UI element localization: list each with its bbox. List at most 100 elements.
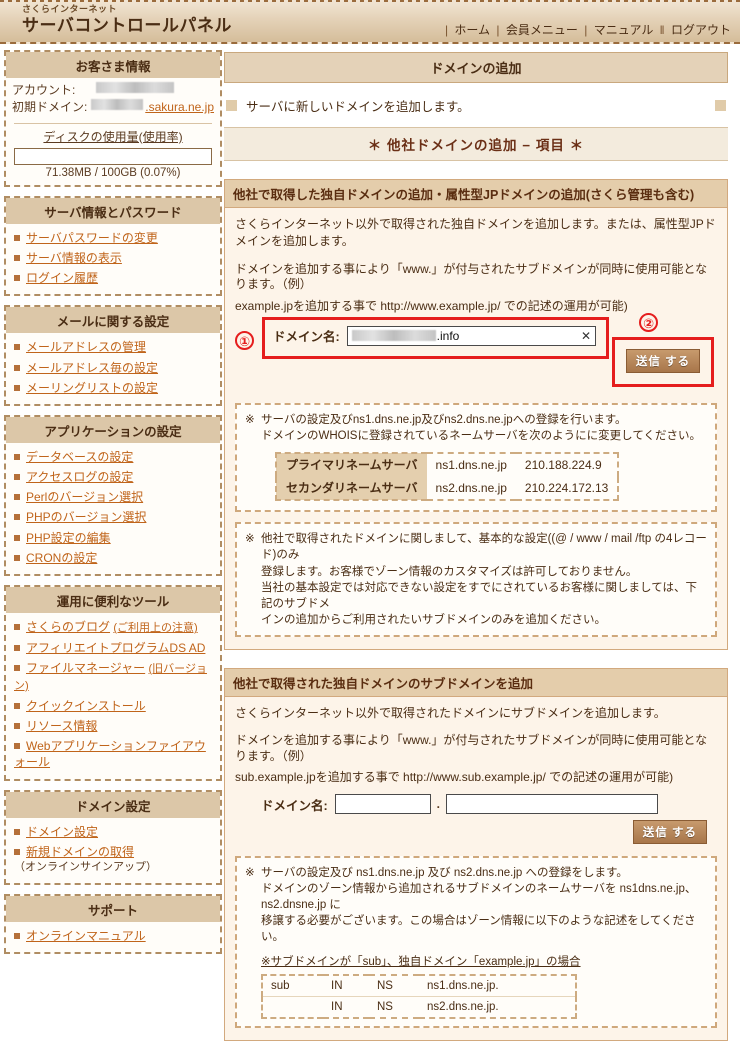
nav-item-logout[interactable]: ログアウト <box>671 23 731 37</box>
domain-value-redacted <box>351 330 436 342</box>
zone-policy-line3: 当社の基本設定では対応できない設定をすでにされているお客様に関しましては、下記の… <box>261 581 697 610</box>
sidebar-item-label[interactable]: サーバ情報の表示 <box>26 251 122 265</box>
group-body: ドメイン設定 新規ドメインの取得 （オンラインサインアップ） <box>6 818 220 883</box>
nav-item-member-menu[interactable]: 会員メニュー <box>506 23 578 37</box>
subdomain-note-body: サーバの設定及び ns1.dns.ne.jp 及び ns2.dns.ne.jp … <box>261 865 707 1019</box>
sidebar-item-label[interactable]: PHPのバージョン選択 <box>26 510 146 524</box>
add-subdomain-example-line1: ドメインを追加する事により「www.」が付与されたサブドメインが同時に使用可能と… <box>235 733 708 763</box>
sidebar-item-note[interactable]: (ご利用上の注意) <box>113 622 197 634</box>
sidebar-item-label[interactable]: ドメイン設定 <box>26 825 98 839</box>
sidebar-item-database[interactable]: データベースの設定 <box>12 447 214 467</box>
add-domain-example-line2: example.jpを追加する事で http://www.example.jp/… <box>235 298 628 313</box>
add-domain-box-title: 他社で取得した独自ドメインの追加・属性型JPドメインの追加(さくら管理も含む) <box>225 180 727 208</box>
sidebar-item-php-config[interactable]: PHP設定の編集 <box>12 528 214 548</box>
nav-item-home[interactable]: ホーム <box>454 23 490 37</box>
sidebar-item-label[interactable]: メーリングリストの設定 <box>26 381 158 395</box>
subdomain-submit-button[interactable]: 送信 する <box>632 820 707 845</box>
sidebar-item-label[interactable]: ファイルマネージャー <box>26 661 145 675</box>
sidebar-item-mail-address-settings[interactable]: メールアドレス毎の設定 <box>12 358 214 378</box>
initial-domain-link[interactable]: .sakura.ne.jp <box>145 99 214 116</box>
sidebar: お客さま情報 アカウント: 初期ドメイン: .sakura.ne.jp ディスク… <box>0 44 222 963</box>
sidebar-item-label[interactable]: サーバパスワードの変更 <box>26 231 158 245</box>
sidebar-item-access-log[interactable]: アクセスログの設定 <box>12 467 214 487</box>
sidebar-item-affiliate[interactable]: アフィリエイトプログラムDS AD <box>12 638 214 658</box>
sidebar-item-label[interactable]: ログイン履歴 <box>26 271 98 285</box>
sidebar-group-support: サポート オンラインマニュアル <box>4 893 222 954</box>
domain-value-suffix: .info <box>436 328 460 343</box>
page-title: ドメインの追加 <box>224 52 728 83</box>
sidebar-item-mailing-list[interactable]: メーリングリストの設定 <box>12 378 214 398</box>
sidebar-item-resource-info[interactable]: リソース情報 <box>12 716 214 736</box>
sidebar-item-php-version[interactable]: PHPのバージョン選択 <box>12 507 214 527</box>
lead-text: サーバに新しいドメインを追加します。 <box>246 100 470 114</box>
zone-row0-name: sub <box>262 974 323 997</box>
subdomain-domain-input[interactable] <box>446 794 659 815</box>
add-domain-description: さくらインターネット以外で取得された独自ドメインを追加します。または、属性型JP… <box>235 217 716 249</box>
sidebar-item-label[interactable]: 新規ドメインの取得 <box>26 845 134 859</box>
sidebar-item-label[interactable]: メールアドレス毎の設定 <box>26 361 158 375</box>
sidebar-item-perl-version[interactable]: Perlのバージョン選択 <box>12 487 214 507</box>
note-mark-icon: ※ <box>245 867 255 880</box>
sidebar-item-quick-install[interactable]: クイックインストール <box>12 696 214 716</box>
nav-separator-3: ‖ <box>659 23 665 37</box>
zone-row0-value: ns1.dns.ne.jp. <box>419 974 576 997</box>
sidebar-item-label[interactable]: メールアドレスの管理 <box>26 340 146 354</box>
subdomain-note-line1: サーバの設定及び ns1.dns.ne.jp 及び ns2.dns.ne.jp … <box>261 867 628 880</box>
sidebar-item-cron[interactable]: CRONの設定 <box>12 548 214 568</box>
sidebar-item-label[interactable]: データベースの設定 <box>26 450 133 464</box>
square-bullet-icon <box>14 702 20 709</box>
sidebar-item-label[interactable]: PHP設定の編集 <box>26 531 111 545</box>
sidebar-item-login-history[interactable]: ログイン履歴 <box>12 268 214 288</box>
subdomain-form-row: ドメイン名: . <box>235 790 717 815</box>
sidebar-item-new-domain[interactable]: 新規ドメインの取得 （オンラインサインアップ） <box>12 842 214 877</box>
zone-policy-note: ※ 他社で取得されたドメインに関しまして、基本的な設定((@ / www / m… <box>235 522 717 637</box>
group-title: 運用に便利なツール <box>6 587 220 614</box>
square-bullet-icon <box>14 344 20 351</box>
square-marker-icon-right <box>715 100 726 111</box>
subdomain-prefix-input[interactable] <box>334 794 431 815</box>
sidebar-item-online-manual[interactable]: オンラインマニュアル <box>12 926 214 946</box>
sidebar-item-label[interactable]: アクセスログの設定 <box>26 470 133 484</box>
zone-row1-type: NS <box>369 996 419 1019</box>
square-bullet-icon <box>14 743 20 750</box>
customer-info-body: アカウント: 初期ドメイン: .sakura.ne.jp ディスクの使用量(使用… <box>6 78 220 185</box>
nav-item-manual[interactable]: マニュアル <box>594 23 654 37</box>
sidebar-item-file-manager[interactable]: ファイルマネージャー (旧バージョン) <box>12 658 214 696</box>
secondary-ns-label: セカンダリネームサーバ <box>276 476 427 501</box>
submit-button[interactable]: 送信 する <box>625 348 701 373</box>
customer-info-title: お客さま情報 <box>6 52 220 78</box>
sidebar-item-domain-settings[interactable]: ドメイン設定 <box>12 822 214 842</box>
sidebar-item-mail-address-manage[interactable]: メールアドレスの管理 <box>12 337 214 357</box>
square-marker-icon-left <box>226 100 237 111</box>
sidebar-item-label[interactable]: Perlのバージョン選択 <box>26 490 143 504</box>
disk-usage-text: 71.38MB / 100GB (0.07%) <box>45 166 181 179</box>
sidebar-group-mail: メールに関する設定 メールアドレスの管理 メールアドレス毎の設定 メーリングリス… <box>4 305 222 406</box>
clear-icon[interactable]: ✕ <box>581 329 591 343</box>
top-navigation: | ホーム | 会員メニュー | マニュアル ‖ ログアウト <box>443 21 732 38</box>
group-title: ドメイン設定 <box>6 791 220 818</box>
table-row: sub IN NS ns1.dns.ne.jp. <box>262 974 576 997</box>
sidebar-item-waf[interactable]: Webアプリケーションファイアウォール <box>12 736 214 772</box>
add-subdomain-description: さくらインターネット以外で取得されたドメインにサブドメインを追加します。 <box>235 705 666 720</box>
add-domain-box: 他社で取得した独自ドメインの追加・属性型JPドメインの追加(さくら管理も含む) … <box>224 179 728 650</box>
sidebar-item-label[interactable]: Webアプリケーションファイアウォール <box>14 739 206 769</box>
sidebar-item-server-info[interactable]: サーバ情報の表示 <box>12 248 214 268</box>
sidebar-item-label[interactable]: クイックインストール <box>26 699 146 713</box>
sidebar-group-server-info: サーバ情報とパスワード サーバパスワードの変更 サーバ情報の表示 ログイン履歴 <box>4 195 222 297</box>
square-bullet-icon <box>14 554 20 561</box>
sidebar-item-server-password[interactable]: サーバパスワードの変更 <box>12 228 214 248</box>
subdomain-note-line3: 移譲する必要がございます。この場合はゾーン情報に以下のような記述をしてください。 <box>261 915 696 944</box>
group-title: サポート <box>6 895 220 922</box>
domain-name-input[interactable]: .info ✕ <box>346 325 596 346</box>
secondary-ns-host: ns2.dns.ne.jp <box>435 480 507 495</box>
sidebar-item-label[interactable]: さくらのブログ <box>26 620 110 634</box>
sidebar-item-label[interactable]: リソース情報 <box>26 719 97 733</box>
zone-row1-name <box>262 996 323 1019</box>
sidebar-item-label[interactable]: アフィリエイトプログラムDS AD <box>26 641 205 655</box>
sidebar-item-label[interactable]: オンラインマニュアル <box>26 929 146 943</box>
annotation-marker-2: ② <box>639 312 658 332</box>
sidebar-item-blog[interactable]: さくらのブログ (ご利用上の注意) <box>12 617 214 638</box>
add-subdomain-box-title: 他社で取得された独自ドメインのサブドメインを追加 <box>225 668 727 697</box>
sidebar-item-label[interactable]: CRONの設定 <box>26 551 97 565</box>
square-bullet-icon <box>14 364 20 371</box>
